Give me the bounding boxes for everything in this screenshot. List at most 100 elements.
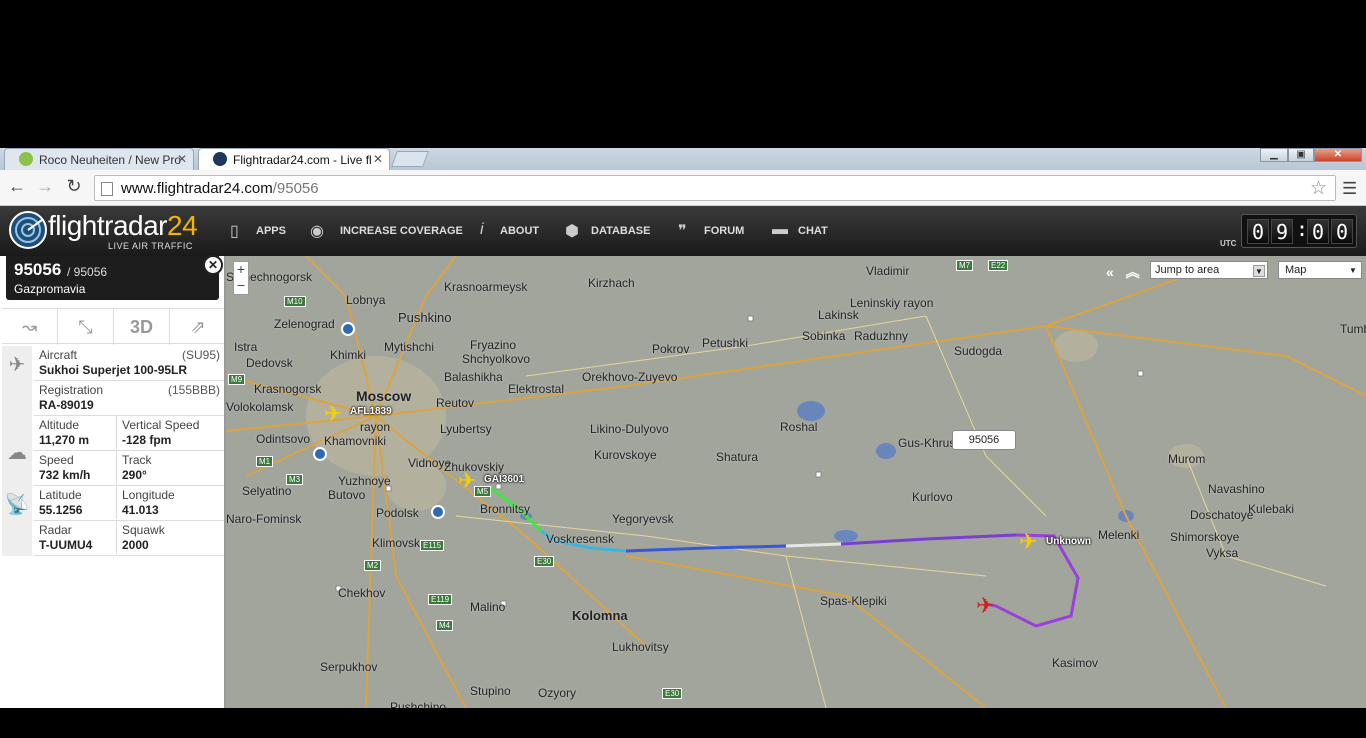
- logo-main: flightradar: [48, 210, 168, 241]
- radar-dish-icon: 📡: [2, 486, 32, 556]
- registration-value: RA-89019: [39, 398, 94, 412]
- map-type-select[interactable]: Map ▼: [1278, 261, 1362, 279]
- flight-label[interactable]: AFL1839: [350, 406, 392, 417]
- close-tab-icon[interactable]: ✕: [177, 152, 187, 166]
- jump-to-area-select[interactable]: Jump to area ▼: [1150, 261, 1268, 279]
- city-label: Sudogda: [954, 344, 1003, 358]
- city-label: Pushchino: [390, 700, 447, 708]
- vspeed-field: Vertical Speed -128 fpm: [116, 416, 199, 449]
- city-label: Lakinsk: [818, 308, 859, 322]
- nav-about[interactable]: i ABOUT: [480, 221, 539, 238]
- radar-row: Radar T-UUMU4 Squawk 2000: [34, 521, 224, 556]
- city-label: Pokrov: [652, 342, 690, 356]
- selected-aircraft-icon[interactable]: ✈: [976, 594, 994, 619]
- city-label: Mytishchi: [384, 340, 435, 354]
- nav-label: INCREASE COVERAGE: [340, 225, 463, 237]
- city-label: Roshal: [780, 420, 818, 434]
- city-label: Lobnya: [346, 293, 386, 307]
- address-bar[interactable]: www.flightradar24.com/95056 ☆: [94, 175, 1336, 201]
- city-label: Murom: [1168, 452, 1206, 466]
- city-label: Kolomna: [572, 608, 628, 623]
- nav-label: CHAT: [798, 225, 828, 237]
- aircraft-unknown-icon[interactable]: ✈: [1019, 530, 1037, 555]
- utc-label: UTC: [1220, 239, 1237, 248]
- flight-number: / 95056: [67, 265, 108, 279]
- share-icon[interactable]: ⇗: [170, 309, 226, 345]
- bookmark-star-icon[interactable]: ☆: [1310, 177, 1327, 200]
- reload-icon[interactable]: ↻: [63, 176, 85, 197]
- city-label: Selyatino: [242, 484, 292, 498]
- altitude-row: Altitude 11,270 m Vertical Speed -128 fpm: [34, 416, 224, 451]
- radar-logo-icon[interactable]: [8, 210, 48, 250]
- eye-icon: ◉: [310, 223, 324, 240]
- city-label: Lukhovitsy: [612, 640, 669, 654]
- route-icon[interactable]: ↝: [2, 309, 58, 345]
- city-label: Petushki: [702, 336, 749, 350]
- nav-database[interactable]: ⬢ DATABASE: [565, 223, 651, 240]
- close-tab-icon[interactable]: ✕: [373, 152, 383, 166]
- nav-forum[interactable]: ❞ FORUM: [678, 223, 745, 240]
- close-window-button[interactable]: ✕: [1314, 148, 1362, 162]
- field-label: Registration: [39, 383, 104, 397]
- road-marker: E115: [420, 540, 445, 551]
- city-label: Bronnitsy: [480, 502, 531, 516]
- tab-strip: Roco Neuheiten / New Pro ✕ Flightradar24…: [0, 148, 1366, 170]
- nav-label: FORUM: [704, 225, 745, 237]
- nav-apps[interactable]: ▯ APPS: [230, 223, 286, 240]
- utc-clock: 0 9 : 0 0: [1241, 214, 1357, 248]
- chat-bubble-icon: ▬: [772, 221, 788, 238]
- field-label: Longitude: [122, 488, 175, 502]
- city-label: Pushkino: [398, 310, 452, 325]
- altitude-field: Altitude 11,270 m: [39, 418, 89, 447]
- aircraft-code: (SU95): [181, 348, 220, 362]
- field-label: Squawk: [122, 523, 165, 537]
- select-label: Map: [1285, 264, 1307, 276]
- flight-label[interactable]: Unknown: [1046, 536, 1091, 547]
- map-view[interactable]: ✈ ✈ ✈ ✈ Vladimir Solnechnogorsk Lobnya P…: [226, 256, 1366, 708]
- selected-flight-callout[interactable]: 95056: [952, 430, 1016, 450]
- city-label: Kasimov: [1052, 656, 1099, 670]
- nav-increase-coverage[interactable]: ◉ INCREASE COVERAGE: [310, 223, 463, 240]
- latitude-value: 55.1256: [39, 503, 83, 517]
- city-label: Tumb: [1340, 322, 1366, 336]
- city-label: Istra: [234, 340, 258, 354]
- speed-value: 732 km/h: [39, 468, 91, 482]
- minimize-button[interactable]: ▁: [1260, 148, 1288, 162]
- back-arrow-icon[interactable]: ←: [6, 176, 28, 197]
- zoom-controls: + −: [233, 261, 249, 295]
- new-tab-button[interactable]: [391, 151, 429, 167]
- aircraft-field: Aircraft Sukhoi Superjet 100-95LR: [39, 348, 187, 377]
- forward-arrow-icon[interactable]: →: [34, 176, 56, 197]
- city-label: Chekhov: [338, 586, 386, 600]
- aircraft-afl1839-icon[interactable]: ✈: [324, 402, 342, 427]
- site-logo-text[interactable]: flightradar24: [48, 210, 198, 242]
- view-3d-button[interactable]: 3D: [114, 309, 170, 345]
- city-label: Podolsk: [376, 506, 419, 520]
- city-label: Navashino: [1208, 482, 1265, 496]
- nav-label: DATABASE: [591, 225, 651, 237]
- zoom-in-button[interactable]: +: [234, 262, 248, 278]
- urban-areas: [306, 330, 1204, 511]
- android-favicon-icon: [19, 152, 33, 166]
- tab-roco[interactable]: Roco Neuheiten / New Pro ✕: [4, 148, 194, 170]
- tab-flightradar[interactable]: Flightradar24.com - Live fl ✕: [198, 148, 390, 170]
- zoom-out-button[interactable]: −: [234, 278, 248, 294]
- nav-chat[interactable]: ▬ CHAT: [772, 221, 828, 238]
- flight-label[interactable]: GAI3601: [484, 474, 524, 485]
- squawk-value: 2000: [122, 538, 149, 552]
- close-panel-icon[interactable]: ✕: [203, 255, 223, 275]
- collapse-arrows-icon[interactable]: « ︽: [1106, 262, 1144, 282]
- city-label: Volokolamsk: [226, 400, 294, 414]
- road-marker: M3: [286, 474, 304, 485]
- collapse-icon[interactable]: ⤡: [58, 309, 114, 345]
- menu-icon[interactable]: ☰: [1342, 179, 1357, 199]
- page-icon: [101, 182, 113, 196]
- city-label: Khimki: [330, 348, 367, 362]
- clock-digit: 9: [1271, 219, 1293, 244]
- city-label: Kulebaki: [1248, 502, 1295, 516]
- maximize-button[interactable]: ▣: [1288, 148, 1314, 162]
- city-label: Likino-Dulyovo: [590, 422, 669, 436]
- clock-digit: 0: [1247, 219, 1269, 244]
- registration-row: Registration RA-89019 (155BBB): [34, 381, 224, 416]
- city-label: Zhukovskiy: [444, 460, 505, 474]
